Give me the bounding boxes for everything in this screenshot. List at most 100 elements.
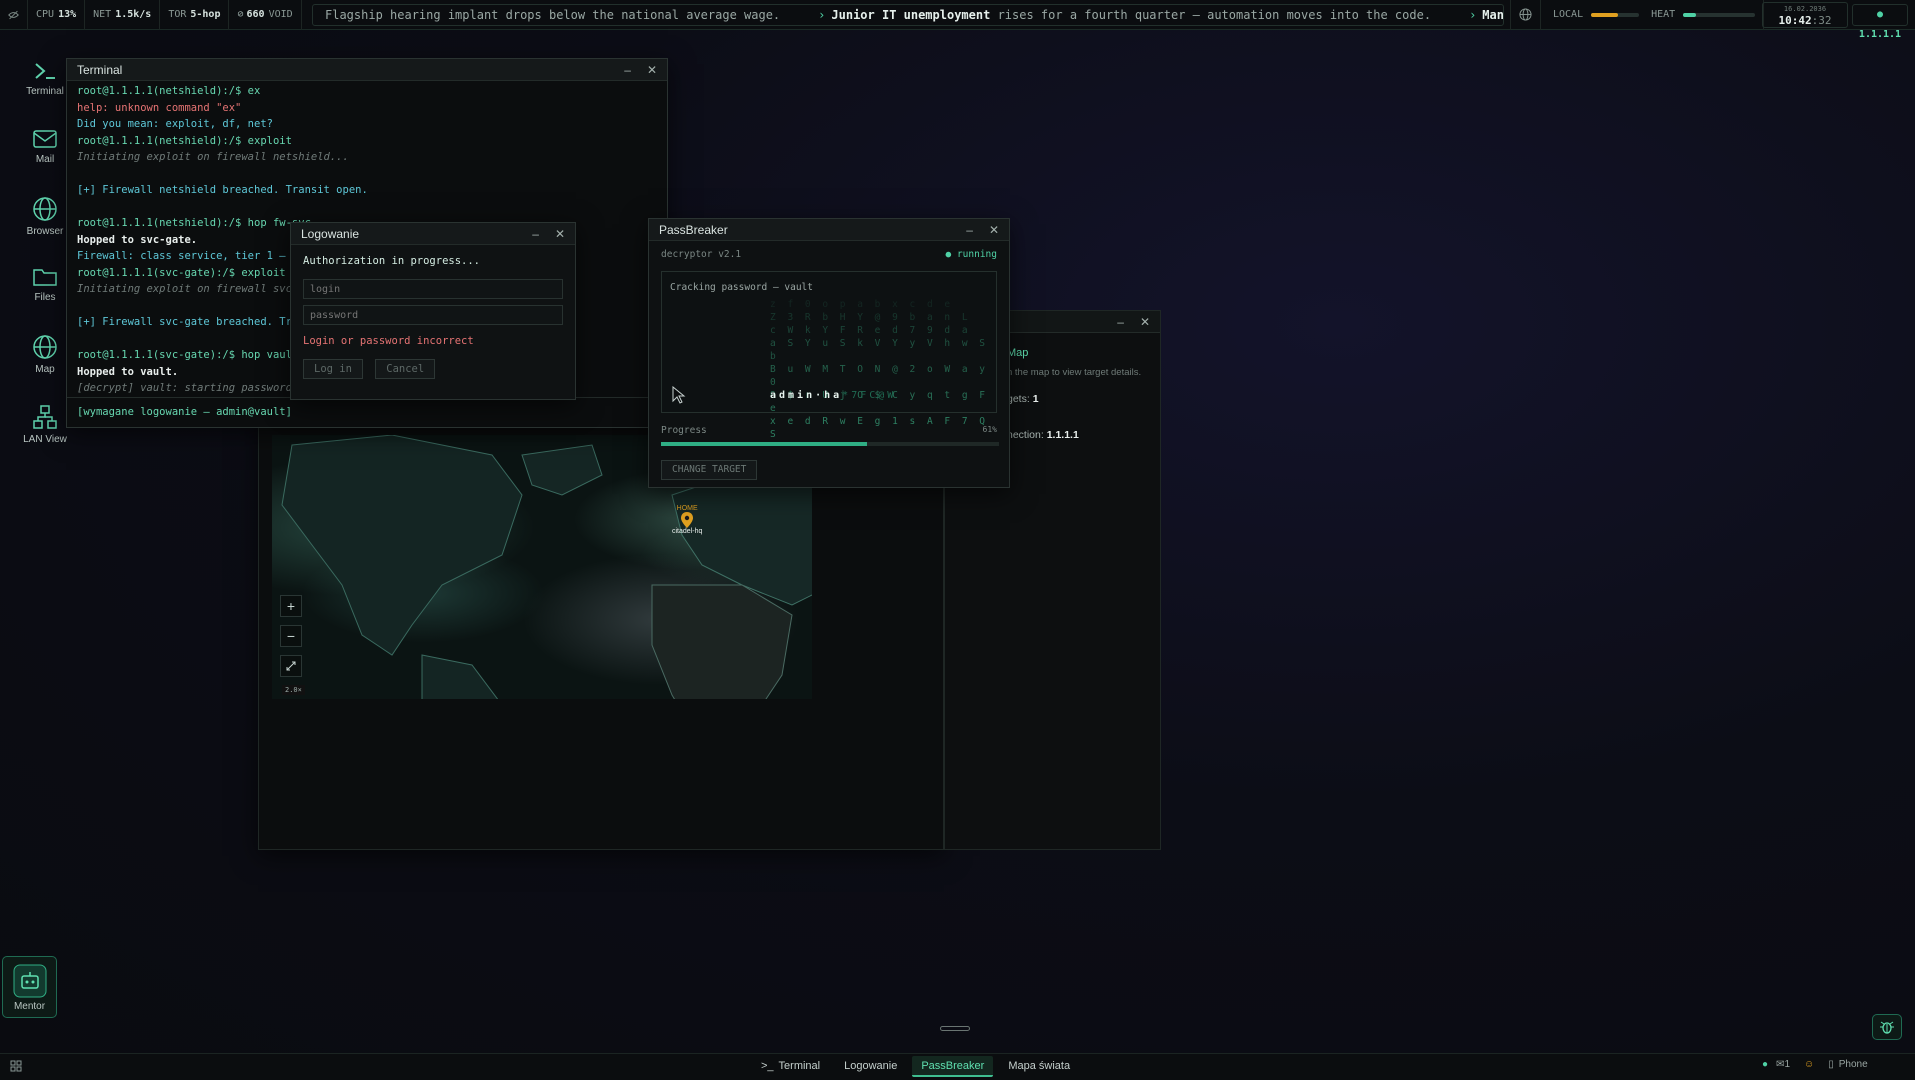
void-value: 660 (246, 9, 265, 20)
ticker-arrow-icon: › (1469, 8, 1477, 22)
fullscreen-button[interactable] (280, 655, 302, 677)
password-input[interactable] (303, 305, 563, 325)
dock-lan-view[interactable]: LAN View (18, 404, 72, 445)
window-title: Logowanie (301, 226, 360, 241)
mail-icon (33, 130, 57, 148)
minimize-button[interactable]: – (624, 63, 631, 77)
terminal-line: help: unknown command "ex" (77, 101, 242, 114)
terminal-status-line[interactable]: [wymagane logowanie — admin@vault] (67, 397, 667, 427)
matrix-row: Z 3 R b H Y @ 9 b a n L (770, 312, 971, 323)
task-logowanie[interactable]: Logowanie (835, 1056, 906, 1077)
globe-icon (33, 335, 57, 359)
close-button[interactable]: ✕ (1140, 315, 1150, 329)
eye-toggle[interactable] (0, 0, 28, 30)
minimize-button[interactable]: – (966, 223, 973, 237)
matrix-row: B u W M T O N @ 2 o W a y 0 (770, 364, 988, 388)
task-terminal[interactable]: >_ Terminal (752, 1056, 829, 1077)
login-input[interactable] (303, 279, 563, 299)
map-panel-hint: n the map to view target details. (1007, 367, 1142, 378)
phone-button[interactable]: ▯ Phone (1828, 1059, 1867, 1070)
net-value: 1.5k/s (115, 9, 152, 20)
folder-icon (33, 269, 57, 286)
dock-map[interactable]: Map (18, 334, 72, 375)
login-button[interactable]: Log in (303, 359, 363, 379)
login-window: Logowanie – ✕ Authorization in progress.… (290, 222, 576, 400)
phone-icon: ▯ (1828, 1059, 1834, 1070)
terminal-line: Did you mean: exploit, df, net? (77, 118, 273, 130)
matrix-rows: z f 0 o p a b x c d e Z 3 R b H Y @ 9 b a… (770, 298, 996, 441)
close-button[interactable]: ✕ (989, 223, 999, 237)
cancel-button[interactable]: Cancel (375, 359, 436, 379)
dock-label: LAN View (23, 434, 67, 445)
matrix-row: z f 0 o p a b x c d e (770, 299, 954, 310)
home-marker[interactable]: HOME citadel-hq (672, 505, 702, 535)
revealed-chars: admin·ha (770, 390, 843, 401)
terminal-line: Initiating exploit on firewall netshield… (77, 151, 349, 163)
dock-label: Files (34, 292, 56, 303)
mentor-button[interactable]: Mentor (2, 956, 57, 1018)
node-label: citadel-hq (672, 528, 703, 535)
local-meter-bar (1591, 12, 1640, 17)
zoom-in-button[interactable]: + (280, 595, 302, 617)
task-mapa-swiata[interactable]: Mapa świata (999, 1056, 1079, 1077)
cracking-matrix: Cracking password — vault z f 0 o p a b … (661, 271, 997, 440)
network-globe-button[interactable] (1510, 0, 1541, 30)
home-label: HOME (676, 505, 698, 512)
terminal-line: root@1.1.1.1(netshield):/$ ex (77, 85, 261, 97)
task-passbreaker[interactable]: PassBreaker (912, 1056, 994, 1077)
passbreaker-titlebar[interactable]: PassBreaker – ✕ (649, 219, 1009, 241)
window-title: Terminal (77, 62, 123, 77)
debug-button[interactable] (1872, 1014, 1902, 1040)
dock-mail[interactable]: Mail (18, 128, 72, 165)
dock-terminal[interactable]: Terminal (18, 60, 72, 97)
mentor-label: Mentor (13, 1001, 46, 1012)
cpu-readout: CPU 13% (28, 0, 86, 30)
terminal-status-text: [wymagane logowanie — admin@vault] (77, 406, 292, 418)
emoji-icon[interactable]: ☺ (1804, 1059, 1814, 1070)
app-grid-button[interactable] (10, 1060, 22, 1075)
dock-browser[interactable]: Browser (18, 196, 72, 237)
zoom-level: 2.0× (282, 685, 305, 695)
terminal-line: root@1.1.1.1(netshield):/$ exploit (77, 134, 292, 147)
minimize-button[interactable]: – (1117, 315, 1124, 329)
targets-readout: gets: 1 (1007, 393, 1039, 405)
bug-icon (1880, 1021, 1894, 1034)
window-title: PassBreaker (659, 222, 728, 237)
connection-label: nection: (1007, 429, 1044, 441)
zoom-out-button[interactable]: − (280, 625, 302, 647)
void-label: VOID (268, 9, 293, 20)
login-titlebar[interactable]: Logowanie – ✕ (291, 223, 575, 245)
eye-off-icon (8, 10, 19, 19)
connection-value: 1.1.1.1 (1046, 429, 1079, 441)
dock-files[interactable]: Files (18, 266, 72, 303)
change-target-button[interactable]: CHANGE TARGET (661, 460, 758, 480)
mail-notification[interactable]: ✉1 (1776, 1059, 1790, 1070)
clock: 16.02.2036 10:42:32 (1762, 2, 1848, 28)
progress-fill (661, 442, 868, 446)
map-pin-icon (681, 512, 694, 528)
tor-label: TOR (168, 9, 187, 20)
grid-icon (10, 1060, 22, 1072)
clock-time: 10:42 (1778, 14, 1812, 27)
progress-label: Progress (661, 425, 707, 436)
clock-seconds: :32 (1811, 14, 1832, 27)
terminal-titlebar[interactable]: Terminal – ✕ (67, 59, 667, 81)
dock-label: Browser (26, 226, 64, 237)
tor-readout: TOR 5-hop (160, 0, 230, 30)
terminal-icon (35, 63, 55, 79)
drag-handle[interactable] (940, 1026, 970, 1031)
news-ticker: Flagship hearing implant drops below the… (312, 4, 1504, 26)
close-button[interactable]: ✕ (555, 227, 565, 241)
tor-value: 5-hop (190, 9, 221, 20)
targets-value: 1 (1032, 393, 1039, 405)
ticker-item: › Junior IT unemployment rises for a four… (818, 8, 1432, 22)
dock-label: Mail (35, 154, 55, 165)
ip-value: 1.1.1.1 (1858, 29, 1902, 40)
ip-badge[interactable]: ● 1.1.1.1 (1852, 4, 1908, 40)
matrix-row: a S Y u S k V Y y V h w S b (770, 338, 988, 362)
close-button[interactable]: ✕ (647, 63, 657, 77)
minimize-button[interactable]: – (532, 227, 539, 241)
mouse-cursor-icon (672, 386, 686, 404)
